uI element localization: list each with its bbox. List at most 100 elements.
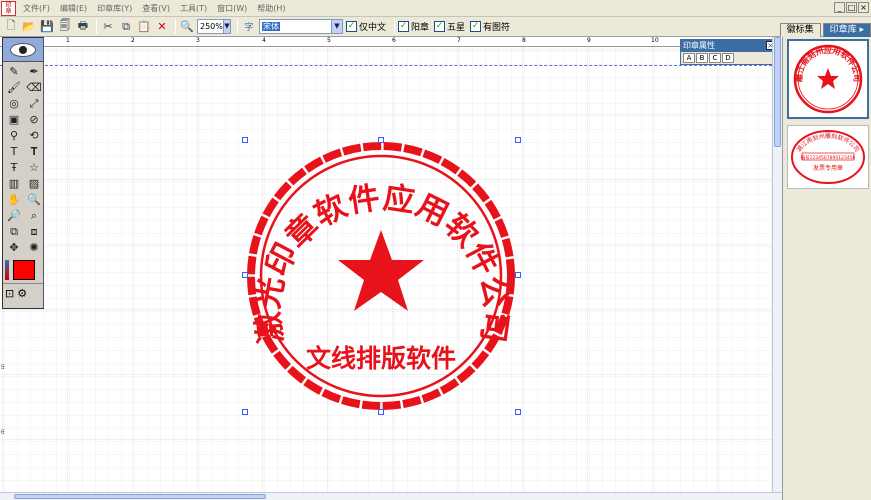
line-tool-icon[interactable]: ⤢	[25, 96, 43, 111]
text-frame-icon[interactable]: 𝐓	[25, 144, 43, 159]
new-file-icon[interactable]: 🗋	[3, 19, 19, 35]
arrow-right-icon: ▸	[859, 25, 864, 35]
print-icon[interactable]: 🖶	[75, 19, 91, 35]
chinese-only-label: 仅中文	[359, 23, 387, 33]
effect-icon[interactable]: ✺	[25, 240, 43, 255]
star-label: 五星	[447, 23, 466, 33]
selection-handle[interactable]	[242, 137, 248, 143]
stamp-properties-panel: 印章属性 × A B C D	[680, 39, 778, 65]
window-controls: _ □ ×	[834, 2, 869, 13]
menu-edit[interactable]: 编辑(E)	[55, 0, 92, 17]
ellipse-edit-icon[interactable]: ⊘	[25, 112, 43, 127]
font-value: 宋体	[262, 22, 280, 31]
font-icon: 字	[244, 23, 254, 33]
pattern-checkbox[interactable]: ✓ 有图符	[470, 20, 510, 33]
selection-handle[interactable]	[515, 137, 521, 143]
color-gradient-bar[interactable]	[5, 260, 9, 280]
selection-handle[interactable]	[242, 272, 248, 278]
image-icon[interactable]: ▨	[25, 176, 43, 191]
stamp-graphic[interactable]: 激光印章软件应用软件公司 文线排版软件	[0, 37, 772, 492]
pencil-icon[interactable]: ✎	[5, 64, 23, 79]
paste-icon[interactable]: 📋	[136, 19, 152, 35]
restore-button[interactable]: □	[846, 2, 857, 13]
zoom-out-icon[interactable]: 🔎	[5, 208, 23, 223]
menu-window[interactable]: 窗口(W)	[212, 0, 252, 17]
vertical-scrollbar[interactable]	[772, 37, 782, 492]
menu-tools[interactable]: 工具(T)	[175, 0, 212, 17]
svg-text:湖江南刻州雕刻软件公司: 湖江南刻州雕刻软件公司	[795, 132, 861, 153]
selection-handle[interactable]	[515, 409, 521, 415]
yang-stamp-checkbox[interactable]: ✓ 阳章	[398, 20, 429, 33]
props-tab-b[interactable]: B	[696, 53, 708, 63]
barcode-icon[interactable]: ▥	[5, 176, 23, 191]
menu-file[interactable]: 文件(F)	[18, 0, 55, 17]
open-folder-icon[interactable]: 📂	[21, 19, 37, 35]
current-color-swatch[interactable]	[13, 260, 35, 280]
rect-edit-icon[interactable]: ▣	[5, 112, 23, 127]
library-item[interactable]: 雕江南刻州应用软件公司	[787, 39, 869, 119]
app-logo-icon: 印章	[1, 0, 16, 16]
hand-icon[interactable]: ✋	[5, 192, 23, 207]
tab-stamp-library[interactable]: 印章库 ▸	[822, 23, 871, 37]
yang-stamp-label: 阳章	[411, 23, 430, 33]
save-icon[interactable]: 💾	[39, 19, 55, 35]
eraser-icon[interactable]: ⌫	[25, 80, 43, 95]
copy-icon[interactable]: ⧉	[118, 19, 134, 35]
preview-icon[interactable]: ⊡	[5, 287, 14, 300]
eye-icon[interactable]	[10, 42, 36, 57]
props-tab-c[interactable]: C	[709, 53, 721, 63]
tab-stamp-library-label: 印章库	[829, 25, 857, 35]
zoom-select[interactable]: 250% ▼	[197, 19, 231, 34]
settings-icon[interactable]: ⚙	[17, 287, 27, 300]
vertical-scroll-thumb[interactable]	[774, 37, 781, 147]
checkmark-icon[interactable]: ✓	[434, 21, 446, 32]
toolbar-separator	[96, 19, 97, 34]
pen-icon[interactable]: ✒	[25, 64, 43, 79]
star-checkbox[interactable]: ✓ 五星	[434, 20, 465, 33]
props-tab-d[interactable]: D	[722, 53, 734, 63]
menu-view[interactable]: 查看(V)	[137, 0, 175, 17]
ungroup-icon[interactable]: ⧈	[25, 224, 43, 239]
zoom-value: 250%	[200, 22, 223, 31]
close-button[interactable]: ×	[858, 2, 869, 13]
checkmark-icon[interactable]: ✓	[398, 21, 410, 32]
arc-text-icon[interactable]: Ŧ	[5, 160, 23, 175]
chevron-down-icon[interactable]: ▼	[222, 20, 230, 33]
selection-handle[interactable]	[515, 272, 521, 278]
palette-footer: ⊡ ⚙	[3, 283, 43, 303]
chevron-down-icon[interactable]: ▼	[331, 20, 342, 33]
library-stamp-thumbnail: 雕江南刻州应用软件公司	[793, 44, 863, 114]
node-tool-icon[interactable]: ⚲	[5, 128, 23, 143]
brush-icon[interactable]: 🖌	[5, 80, 23, 95]
checkmark-icon[interactable]: ✓	[470, 21, 482, 32]
design-canvas[interactable]: 1 2 3 4 5 6 7 8 9 10 5 6 激光印章软件应	[0, 37, 772, 492]
star-tool-icon[interactable]: ☆	[25, 160, 43, 175]
group-icon[interactable]: ⧉	[5, 224, 23, 239]
circle-tool-icon[interactable]: ◎	[5, 96, 23, 111]
horizontal-scrollbar[interactable]	[0, 492, 790, 500]
zoom-in-icon[interactable]: 🔍	[25, 192, 43, 207]
checkmark-icon[interactable]: ✓	[346, 21, 357, 32]
rotate-tool-icon[interactable]: ⟲	[25, 128, 43, 143]
props-tab-a[interactable]: A	[683, 53, 695, 63]
selection-handle[interactable]	[378, 409, 384, 415]
selection-handle[interactable]	[378, 137, 384, 143]
text-tool-icon[interactable]: T	[5, 144, 23, 159]
chinese-only-checkbox[interactable]: ✓ 仅中文	[346, 20, 386, 33]
zoom-icon[interactable]: 🔍	[179, 19, 195, 35]
selection-handle[interactable]	[242, 409, 248, 415]
toolbar: 🗋 📂 💾 🗐 🖶 ✂ ⧉ 📋 ✕ 🔍 250% ▼ 字 宋体 ▼ ✓ 仅中文 …	[0, 17, 871, 37]
cut-icon[interactable]: ✂	[100, 19, 116, 35]
horizontal-scroll-thumb[interactable]	[14, 494, 266, 499]
print-preview-icon[interactable]: 🗐	[57, 19, 73, 35]
menu-help[interactable]: 帮助(H)	[252, 0, 290, 17]
delete-icon[interactable]: ✕	[154, 19, 170, 35]
menu-stamp-library[interactable]: 印章库(Y)	[92, 0, 137, 17]
tab-logo-collection[interactable]: 徽标集	[779, 23, 821, 37]
move-icon[interactable]: ✥	[5, 240, 23, 255]
font-select[interactable]: 宋体 ▼	[259, 19, 343, 34]
zoom-fit-icon[interactable]: ⌕	[25, 208, 43, 223]
library-item[interactable]: 湖江南刻州雕刻软件公司 编号1234567890123456 发票专用章	[787, 125, 869, 189]
props-tabs: A B C D	[681, 52, 777, 64]
minimize-button[interactable]: _	[834, 2, 845, 13]
